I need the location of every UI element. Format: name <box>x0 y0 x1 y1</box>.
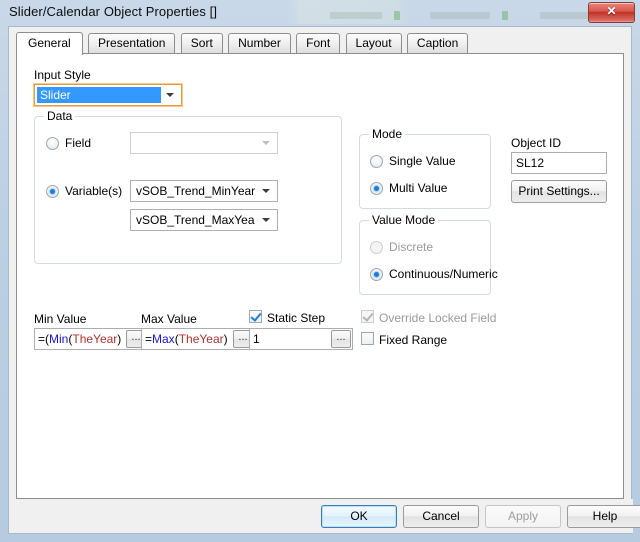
cancel-button[interactable]: Cancel <box>403 505 479 528</box>
input-style-label: Input Style <box>34 68 91 82</box>
tab-panel-general: Input Style Slider Data Field Variable(s… <box>16 53 624 499</box>
variable-2-value: vSOB_Trend_MaxYear <box>136 213 255 227</box>
tab-font[interactable]: Font <box>296 33 341 54</box>
chevron-down-icon <box>163 85 177 105</box>
chevron-down-icon <box>259 210 273 230</box>
close-icon[interactable]: ✕ <box>588 2 635 23</box>
radio-single-value[interactable] <box>370 155 383 168</box>
tab-strip: General Presentation Sort Number Font La… <box>16 32 470 55</box>
static-step-checkbox[interactable] <box>249 310 262 323</box>
input-style-value: Slider <box>37 87 161 103</box>
title-bar: Slider/Calendar Object Properties [] ✕ <box>0 0 640 26</box>
max-value-label: Max Value <box>141 312 197 326</box>
input-style-combo[interactable]: Slider <box>33 83 183 107</box>
static-step-label: Static Step <box>267 311 326 325</box>
close-icon-glyph: ✕ <box>606 4 617 18</box>
variable-1-value: vSOB_Trend_MinYear <box>136 184 255 198</box>
min-value-label: Min Value <box>34 312 87 326</box>
tab-presentation[interactable]: Presentation <box>88 33 176 54</box>
variable-1-combo[interactable]: vSOB_Trend_MinYear <box>130 180 278 202</box>
dialog-footer: OK Cancel Apply Help <box>9 499 640 533</box>
object-id-label: Object ID <box>511 136 562 150</box>
radio-discrete-label: Discrete <box>389 240 434 254</box>
fixed-range-label: Fixed Range <box>379 333 448 347</box>
window-title: Slider/Calendar Object Properties [] <box>9 4 218 19</box>
field-combo[interactable] <box>130 132 278 154</box>
tab-layout[interactable]: Layout <box>345 33 402 54</box>
tab-caption[interactable]: Caption <box>406 33 469 54</box>
data-group-title: Data <box>44 109 76 123</box>
variable-2-combo[interactable]: vSOB_Trend_MaxYear <box>130 209 278 231</box>
radio-continuous-numeric[interactable] <box>370 268 383 281</box>
help-button[interactable]: Help <box>567 505 640 528</box>
mode-group-title: Mode <box>369 127 406 141</box>
max-value-expression: =Max(TheYear) <box>145 332 228 346</box>
fixed-range-checkbox[interactable] <box>361 332 374 345</box>
radio-field[interactable] <box>46 137 59 150</box>
tab-number[interactable]: Number <box>228 33 291 54</box>
radio-single-value-label: Single Value <box>389 154 456 168</box>
radio-multi-value[interactable] <box>370 182 383 195</box>
override-locked-field-checkbox <box>361 310 374 323</box>
radio-continuous-numeric-label: Continuous/Numeric <box>389 267 498 281</box>
chevron-down-icon <box>259 133 273 153</box>
radio-multi-value-label: Multi Value <box>389 181 448 195</box>
active-tab-seam <box>17 52 79 55</box>
mode-group: Mode <box>359 127 491 209</box>
dialog-client-area: General Presentation Sort Number Font La… <box>8 26 640 534</box>
min-value-expression: =(Min(TheYear) <box>38 332 122 346</box>
radio-variables-label: Variable(s) <box>65 184 123 198</box>
apply-button: Apply <box>485 505 561 528</box>
static-step-value: 1 <box>253 332 260 346</box>
value-mode-group: Value Mode <box>359 213 491 295</box>
static-step-browse-button[interactable]: ... <box>331 330 351 348</box>
print-settings-button[interactable]: Print Settings... <box>511 180 607 203</box>
value-mode-group-title: Value Mode <box>369 213 439 227</box>
tab-sort[interactable]: Sort <box>180 33 223 54</box>
radio-field-label: Field <box>65 136 92 150</box>
min-value-input[interactable]: =(Min(TheYear) ... <box>34 328 148 350</box>
override-locked-field-label: Override Locked Field <box>379 311 497 325</box>
object-id-input[interactable]: SL12 <box>511 152 607 174</box>
radio-variables[interactable] <box>46 185 59 198</box>
radio-discrete <box>370 241 383 254</box>
dialog-window: Slider/Calendar Object Properties [] ✕ G… <box>0 0 640 542</box>
chevron-down-icon <box>259 181 273 201</box>
max-value-input[interactable]: =Max(TheYear) ... <box>141 328 255 350</box>
ok-button[interactable]: OK <box>321 505 397 528</box>
object-id-value: SL12 <box>516 156 545 170</box>
static-step-input[interactable]: 1 ... <box>249 328 353 350</box>
